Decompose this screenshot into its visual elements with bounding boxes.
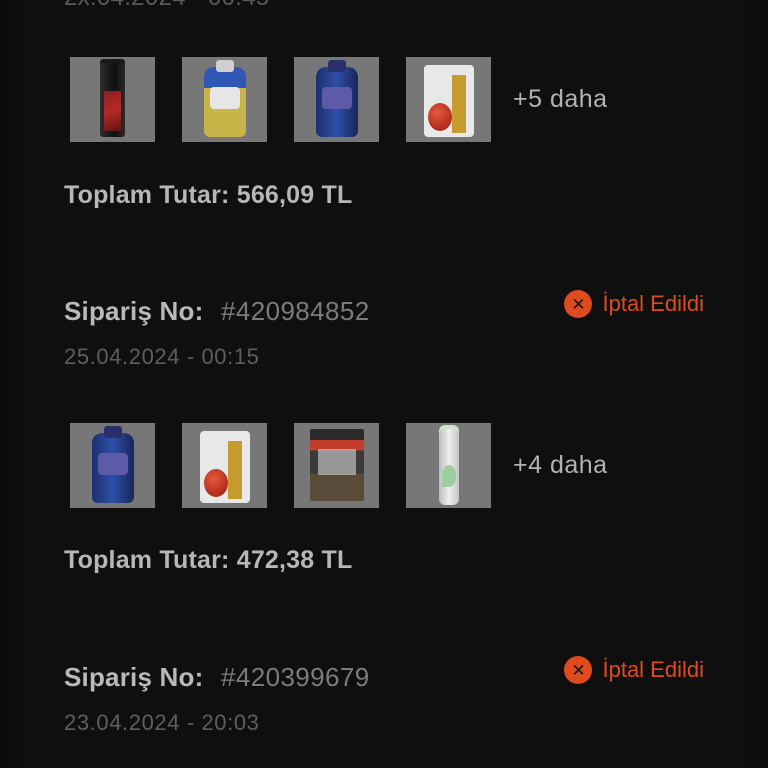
total-value: 566,09 TL [236,181,353,209]
order-number-value: #420984852 [221,296,370,326]
cancel-icon: ✕ [564,656,593,684]
product-thumbnail [70,57,155,142]
order-header: Sipariş No: #420984852 ✕ İptal Edildi [64,290,704,336]
orders-page: 2x.04.2024 - 00:45 +5 daha [0,0,768,768]
more-products-count[interactable]: +5 daha [513,85,608,114]
order-number-label: Sipariş No: [64,662,204,692]
order-1-thumbnails: +5 daha [70,57,608,142]
status-text: İptal Edildi [602,657,704,682]
product-thumbnail [406,423,491,508]
order-number-value: #420399679 [221,662,370,692]
total-label: Toplam Tutar: [64,181,230,209]
order-total: Toplam Tutar: 566,09 TL [64,181,352,210]
right-gutter [724,0,768,768]
product-thumbnail [294,57,379,142]
product-thumbnail [182,423,267,508]
product-thumbnail [70,423,155,508]
product-thumbnail [294,423,379,508]
order-header: Sipariş No: #420399679 ✕ İptal Edildi [64,656,704,702]
order-date: 25.04.2024 - 00:15 [64,344,260,369]
left-gutter [0,0,44,768]
previous-order-date: 2x.04.2024 - 00:45 [64,0,270,12]
more-products-count[interactable]: +4 daha [513,451,608,480]
order-date: 23.04.2024 - 20:03 [64,710,260,735]
order-number-label: Sipariş No: [64,296,204,326]
cancel-icon: ✕ [564,290,593,318]
product-thumbnail [406,57,491,142]
total-value: 472,38 TL [236,546,353,574]
order-2-thumbnails: +4 daha [70,423,608,508]
total-label: Toplam Tutar: [64,546,230,574]
status-text: İptal Edildi [602,291,704,316]
order-total: Toplam Tutar: 472,38 TL [64,546,352,575]
product-thumbnail [182,57,267,142]
status-badge: ✕ İptal Edildi [564,656,704,684]
status-badge: ✕ İptal Edildi [564,290,704,318]
